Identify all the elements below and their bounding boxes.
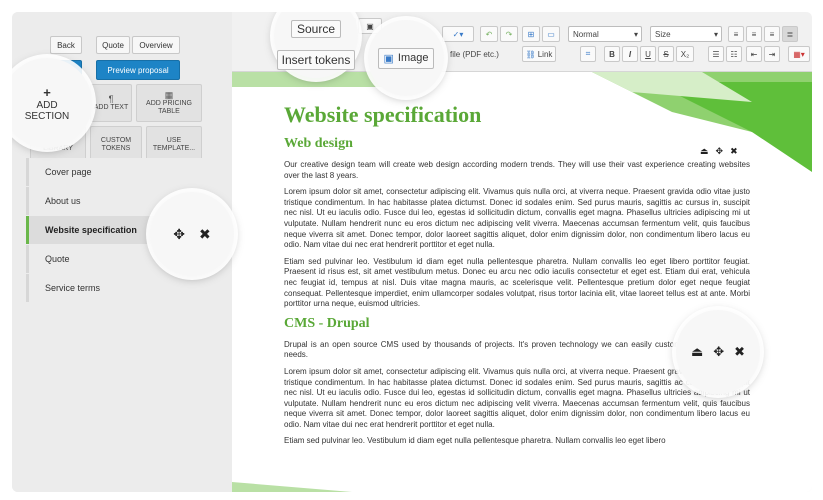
italic-button[interactable]: I bbox=[622, 46, 638, 62]
section-item-cover-page[interactable]: Cover page bbox=[26, 158, 222, 186]
close-icon[interactable]: ✖ bbox=[730, 146, 738, 157]
section-heading-web-design[interactable]: Web design bbox=[284, 136, 750, 152]
table-button[interactable]: ▦▾ bbox=[788, 46, 810, 62]
use-template-label: USE TEMPLATE... bbox=[152, 136, 196, 152]
document-title[interactable]: Website specification bbox=[284, 102, 750, 128]
close-icon[interactable]: ✖ bbox=[734, 344, 745, 360]
numbered-list-icon: ☰ bbox=[712, 49, 720, 59]
outdent-button[interactable]: ⇤ bbox=[746, 46, 762, 62]
align-justify-icon: ≣ bbox=[786, 29, 794, 39]
redo-icon: ↷ bbox=[505, 29, 513, 39]
paragraph[interactable]: Our creative design team will create web… bbox=[284, 160, 750, 181]
attach-file-button[interactable]: file (PDF etc.) bbox=[450, 46, 518, 62]
chevron-down-icon: ▾ bbox=[713, 29, 718, 39]
image-button[interactable]: ▣ Image bbox=[377, 47, 435, 69]
text-icon: ¶ bbox=[108, 93, 114, 104]
quote-button[interactable]: Quote bbox=[96, 36, 130, 54]
outdent-icon: ⇤ bbox=[750, 49, 758, 59]
add-section-line1: ADD bbox=[36, 99, 58, 111]
plus-icon: + bbox=[43, 84, 51, 100]
paragraph[interactable]: Lorem ipsum dolor sit amet, consectetur … bbox=[284, 187, 750, 251]
green-band-bottom bbox=[232, 482, 352, 492]
link-icon: ⛓ bbox=[525, 49, 536, 59]
align-left-button[interactable]: ≡ bbox=[728, 26, 744, 42]
overview-button[interactable]: Overview bbox=[132, 36, 180, 54]
strikethrough-button[interactable]: S bbox=[658, 46, 674, 62]
code-icon: ⌗ bbox=[585, 49, 591, 58]
link-button[interactable]: ⛓ Link bbox=[522, 46, 556, 62]
spellcheck-icon: ✓▾ bbox=[452, 29, 464, 39]
paragraph[interactable]: Etiam sed pulvinar leo. Vestibulum id di… bbox=[284, 436, 750, 447]
add-pricing-table-label: ADD PRICING TABLE bbox=[146, 100, 192, 116]
align-left-icon: ≡ bbox=[733, 29, 739, 39]
redo-button[interactable]: ↷ bbox=[500, 26, 518, 42]
section-item-service-terms[interactable]: Service terms bbox=[26, 274, 222, 302]
attach-file-label: file (PDF etc.) bbox=[450, 49, 499, 59]
table-icon: ▦ bbox=[164, 89, 174, 100]
size-select[interactable]: Size ▾ bbox=[650, 26, 722, 42]
image-label: Image bbox=[397, 52, 429, 64]
app-frame: Back Quote Overview Preview proposal ¶ A… bbox=[12, 12, 812, 492]
paragraph[interactable]: Lorem ipsum dolor sit amet, consectetur … bbox=[284, 367, 750, 431]
editor: ▤ ▣ ✓▾ ↶ ↷ ⊞ ▭ Normal ▾ Size ▾ ≡ ≡ ≡ ≣ f… bbox=[232, 12, 812, 492]
add-section-line2: SECTION bbox=[24, 110, 70, 122]
add-text-tile[interactable]: ¶ ADD TEXT bbox=[90, 84, 132, 122]
image-icon: ▣ bbox=[383, 52, 394, 65]
spellcheck-button[interactable]: ✓▾ bbox=[442, 26, 474, 42]
table-icon: ▦▾ bbox=[793, 49, 805, 59]
select-all-icon: ⊞ bbox=[527, 29, 535, 39]
paste-word-icon: ▣ bbox=[366, 21, 374, 31]
link-label: Link bbox=[537, 49, 553, 59]
source-insert-tokens-callout: Source Insert tokens bbox=[274, 12, 358, 78]
bold-button[interactable]: B bbox=[604, 46, 620, 62]
indent-button[interactable]: ⇥ bbox=[764, 46, 780, 62]
format-select-value: Normal bbox=[573, 29, 599, 39]
section-tools: ⏏ ✥ ✖ bbox=[700, 146, 738, 157]
move-icon[interactable]: ✥ bbox=[173, 226, 185, 243]
document-canvas[interactable]: Website specification Web design Our cre… bbox=[232, 72, 812, 492]
source-button[interactable]: Source bbox=[290, 20, 342, 38]
add-text-label: ADD TEXT bbox=[93, 104, 129, 112]
section-heading-cms-drupal[interactable]: CMS - Drupal bbox=[284, 316, 750, 332]
align-right-button[interactable]: ≡ bbox=[764, 26, 780, 42]
document-content: Website specification Web design Our cre… bbox=[284, 102, 750, 453]
align-justify-button[interactable]: ≣ bbox=[782, 26, 798, 42]
maximize-icon: ▭ bbox=[547, 29, 555, 39]
subscript-button[interactable]: X₂ bbox=[676, 46, 694, 62]
bookmark-icon[interactable]: ⏏ bbox=[700, 146, 709, 157]
source-icon-button[interactable]: ⌗ bbox=[580, 46, 596, 62]
preview-proposal-button[interactable]: Preview proposal bbox=[96, 60, 180, 80]
format-select[interactable]: Normal ▾ bbox=[568, 26, 642, 42]
insert-tokens-button[interactable]: Insert tokens bbox=[276, 50, 356, 70]
bookmark-icon[interactable]: ⏏ bbox=[691, 344, 703, 360]
align-center-icon: ≡ bbox=[751, 29, 757, 39]
select-all-button[interactable]: ⊞ bbox=[522, 26, 540, 42]
undo-icon: ↶ bbox=[485, 29, 493, 39]
add-pricing-table-tile[interactable]: ▦ ADD PRICING TABLE bbox=[136, 84, 202, 122]
bullet-list-button[interactable]: ☷ bbox=[726, 46, 742, 62]
size-select-value: Size bbox=[655, 29, 671, 39]
drupal-actions-callout: ⏏ ✥ ✖ bbox=[676, 310, 760, 394]
close-icon[interactable]: ✖ bbox=[199, 226, 211, 243]
image-callout: ▣ Image bbox=[368, 20, 444, 96]
custom-tokens-label: CUSTOM TOKENS bbox=[100, 136, 132, 152]
move-icon[interactable]: ✥ bbox=[713, 344, 724, 360]
align-center-button[interactable]: ≡ bbox=[746, 26, 762, 42]
undo-button[interactable]: ↶ bbox=[480, 26, 498, 42]
back-button[interactable]: Back bbox=[50, 36, 82, 54]
section-actions-callout: ✥ ✖ bbox=[150, 192, 234, 276]
move-icon[interactable]: ✥ bbox=[716, 146, 724, 157]
chevron-down-icon: ▾ bbox=[633, 29, 638, 39]
indent-icon: ⇥ bbox=[768, 49, 776, 59]
numbered-list-button[interactable]: ☰ bbox=[708, 46, 724, 62]
underline-button[interactable]: U bbox=[640, 46, 656, 62]
maximize-button[interactable]: ▭ bbox=[542, 26, 560, 42]
align-right-icon: ≡ bbox=[769, 29, 775, 39]
paragraph[interactable]: Etiam sed pulvinar leo. Vestibulum id di… bbox=[284, 257, 750, 310]
bullet-list-icon: ☷ bbox=[730, 49, 738, 59]
